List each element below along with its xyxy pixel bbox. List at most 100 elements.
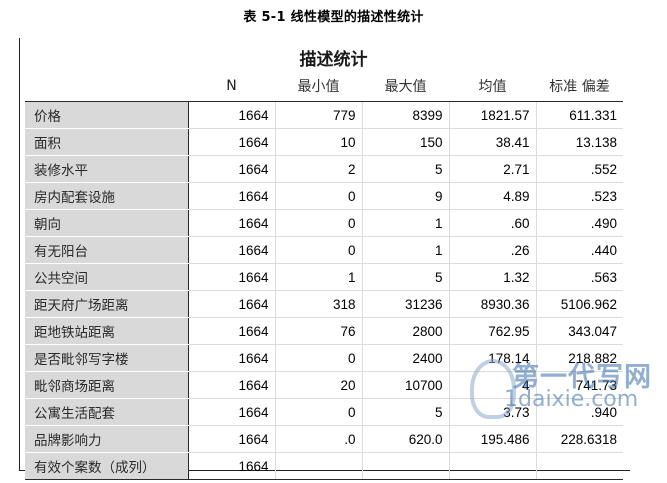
table-cell: 2400	[361, 344, 449, 372]
table-cell: 1664	[187, 128, 275, 156]
row-label: 有效个案数（成列）	[25, 452, 188, 480]
table-row: 装修水平 1664 2 5 2.71.552	[25, 155, 623, 183]
table-cell	[535, 452, 623, 480]
table-cell: 1664	[187, 155, 275, 183]
table-cell: 4.89	[448, 182, 536, 210]
table-row: 距天府广场距离 1664 318 31236 8930.36 5106.962	[25, 290, 623, 318]
table-cell: 1	[361, 236, 449, 264]
row-label: 有无阳台	[25, 236, 188, 264]
table-row: 品牌影响力 1664.0 620.0 195.486 228.6318	[25, 425, 623, 453]
table-row: 公共空间 1664 1 5 1.32.563	[25, 263, 623, 291]
table-cell: 9	[361, 182, 449, 210]
table-caption: 表 5-1 线性模型的描述性统计	[243, 10, 424, 25]
row-label: 公共空间	[25, 263, 188, 291]
table-cell: 76	[274, 317, 362, 345]
table-row: 房内配套设施 1664 0 9 4.89.523	[25, 182, 623, 210]
table-cell: 1664	[187, 425, 275, 453]
table-cell: 10	[274, 128, 362, 156]
table-cell: 0	[274, 398, 362, 426]
table-cell: 1664	[187, 236, 275, 264]
table-row: 有无阳台 1664 0 1.26.440	[25, 236, 623, 264]
table-cell: 1664	[187, 371, 275, 399]
header-blank	[25, 71, 188, 102]
table-cell: 8399	[361, 101, 449, 129]
table-cell: 1.32	[448, 263, 536, 291]
table-cell	[274, 452, 362, 480]
table-cell: .26	[448, 236, 536, 264]
column-header: 最大值	[362, 71, 449, 102]
table-cell: 620.0	[361, 425, 449, 453]
table-cell: 31236	[361, 290, 449, 318]
table-cell: 1664	[187, 290, 275, 318]
table-cell: .60	[448, 209, 536, 237]
table-cell: 611.331	[535, 101, 623, 129]
table-row: 朝向 1664 0 1.60.490	[25, 209, 623, 237]
table-cell: 1821.57	[448, 101, 536, 129]
table-cell: .552	[535, 155, 623, 183]
table-cell: 0	[274, 209, 362, 237]
table-row: 面积 1664 10 150 38.41 13.138	[25, 128, 623, 156]
table-cell: .523	[535, 182, 623, 210]
table-cell: 2	[274, 155, 362, 183]
row-label: 装修水平	[25, 155, 188, 183]
table-cell: 5	[361, 398, 449, 426]
table-cell: 318	[274, 290, 362, 318]
table-cell: 2.71	[448, 155, 536, 183]
watermark-line2: 1daixie.com	[504, 387, 639, 412]
column-header: 均值	[449, 71, 536, 102]
table-cell: 8930.36	[448, 290, 536, 318]
row-label: 品牌影响力	[25, 425, 188, 453]
table-cell: 1	[361, 209, 449, 237]
table-cell: 1664	[187, 263, 275, 291]
table-title: 描述统计	[299, 50, 368, 70]
table-cell: 228.6318	[535, 425, 623, 453]
table-cell: 0	[274, 182, 362, 210]
table-cell: .563	[535, 263, 623, 291]
table-cell: 5	[361, 263, 449, 291]
table-cell: 1664	[187, 317, 275, 345]
table-cell: .440	[535, 236, 623, 264]
table-cell: 1664	[187, 101, 275, 129]
row-label: 朝向	[25, 209, 188, 237]
table-cell: 10700	[361, 371, 449, 399]
row-label: 面积	[25, 128, 188, 156]
table-row: 有效个案数（成列） 1664	[25, 452, 623, 480]
table-cell: 762.95	[448, 317, 536, 345]
table-cell: 2800	[361, 317, 449, 345]
header-row: N 最小值 最大值 均值 标准 偏差	[25, 71, 623, 102]
row-label: 毗邻商场距离	[25, 371, 188, 399]
row-label: 是否毗邻写字楼	[25, 344, 188, 372]
column-header: N	[188, 71, 275, 102]
column-header: 最小值	[275, 71, 362, 102]
table-cell: 1664	[187, 182, 275, 210]
table-cell: 13.138	[535, 128, 623, 156]
table-cell: 343.047	[535, 317, 623, 345]
table-cell: 195.486	[448, 425, 536, 453]
row-label: 距地铁站距离	[25, 317, 188, 345]
table-cell	[448, 452, 536, 480]
column-header: 标准 偏差	[536, 71, 623, 102]
table-cell: 38.41	[448, 128, 536, 156]
table-cell: 1664	[187, 209, 275, 237]
table-cell: 5	[361, 155, 449, 183]
table-row: 距地铁站距离 1664 76 2800 762.95 343.047	[25, 317, 623, 345]
table-cell: 1664	[187, 452, 275, 480]
table-cell: 0	[274, 344, 362, 372]
watermark: 第一代写网 1daixie.com	[470, 355, 667, 425]
row-label: 房内配套设施	[25, 182, 188, 210]
row-label: 公寓生活配套	[25, 398, 188, 426]
table-cell: 5106.962	[535, 290, 623, 318]
table-cell: .0	[274, 425, 362, 453]
table-cell: 20	[274, 371, 362, 399]
table-cell: .490	[535, 209, 623, 237]
table-cell: 150	[361, 128, 449, 156]
table-cell: 1664	[187, 344, 275, 372]
table-row: 价格 1664 779 8399 1821.57 611.331	[25, 101, 623, 129]
row-label: 距天府广场距离	[25, 290, 188, 318]
table-cell: 1664	[187, 398, 275, 426]
table-cell	[361, 452, 449, 480]
table-cell: 1	[274, 263, 362, 291]
table-cell: 779	[274, 101, 362, 129]
row-label: 价格	[25, 101, 188, 129]
table-cell: 0	[274, 236, 362, 264]
